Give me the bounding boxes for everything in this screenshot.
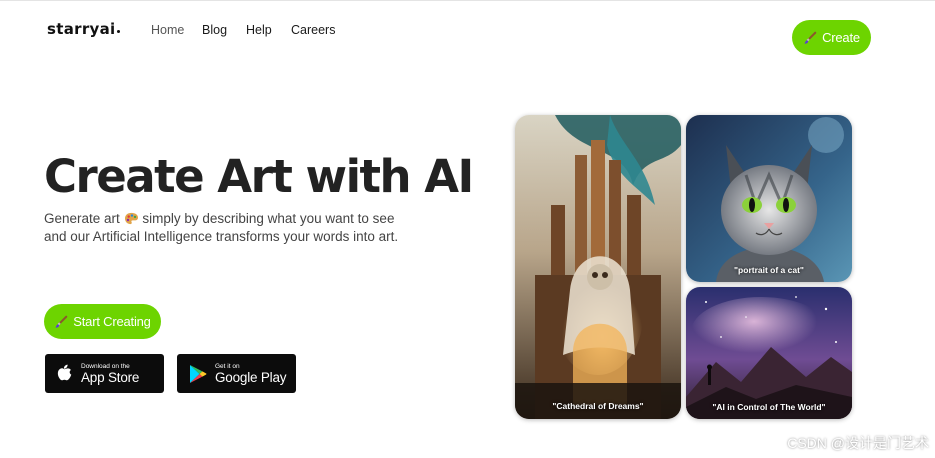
start-creating-button[interactable]: Start Creating bbox=[44, 304, 161, 339]
gallery-card-cat[interactable]: "portrait of a cat" bbox=[686, 115, 852, 282]
app-store-text: Download on the App Store bbox=[81, 363, 139, 385]
caption-cosmic: "AI in Control of The World" bbox=[712, 402, 826, 412]
gallery-card-cosmic[interactable]: "AI in Control of The World" bbox=[686, 287, 852, 419]
cathedral-artwork bbox=[515, 115, 681, 419]
caption-cathedral: "Cathedral of Dreams" bbox=[552, 401, 644, 411]
app-store-badge[interactable]: Download on the App Store bbox=[45, 354, 164, 393]
nav-help[interactable]: Help bbox=[246, 23, 272, 37]
logo-text: starryai bbox=[47, 20, 116, 38]
create-button-label: Create bbox=[822, 30, 860, 45]
google-play-badge[interactable]: Get it on Google Play bbox=[177, 354, 296, 393]
logo-dot bbox=[117, 30, 121, 33]
hero-subtitle-part1: Generate art bbox=[44, 211, 120, 226]
app-store-big: App Store bbox=[81, 369, 140, 385]
hero-subtitle: Generate art simply by describing what y… bbox=[44, 210, 424, 246]
palette-icon bbox=[124, 212, 138, 225]
create-button[interactable]: Create bbox=[792, 20, 871, 55]
cat-artwork bbox=[686, 115, 852, 282]
nav-home[interactable]: Home bbox=[151, 23, 184, 37]
google-play-big: Google Play bbox=[215, 369, 287, 385]
nav-blog[interactable]: Blog bbox=[202, 23, 227, 37]
brush-icon bbox=[55, 315, 68, 328]
nav-careers[interactable]: Careers bbox=[291, 23, 335, 37]
hero-subtitle-line2: and our Artificial Intelligence transfor… bbox=[44, 229, 399, 244]
start-creating-label: Start Creating bbox=[73, 314, 151, 329]
top-divider bbox=[0, 0, 935, 1]
google-play-small: Get it on bbox=[215, 362, 240, 370]
google-play-text: Get it on Google Play bbox=[215, 362, 287, 385]
logo[interactable]: starryai bbox=[47, 20, 121, 38]
brush-icon bbox=[804, 31, 817, 44]
hero-subtitle-part2: simply by describing what you want to se… bbox=[142, 211, 395, 226]
apple-icon bbox=[57, 364, 72, 380]
gallery-card-cathedral[interactable]: "Cathedral of Dreams" bbox=[515, 115, 681, 419]
hero-title: Create Art with AI bbox=[44, 150, 474, 203]
caption-cat: "portrait of a cat" bbox=[734, 265, 804, 275]
cosmic-artwork bbox=[686, 287, 852, 419]
app-store-small: Download on the bbox=[81, 362, 130, 370]
watermark: CSDN @设计是门艺术 bbox=[787, 435, 929, 451]
google-play-icon bbox=[190, 364, 207, 383]
